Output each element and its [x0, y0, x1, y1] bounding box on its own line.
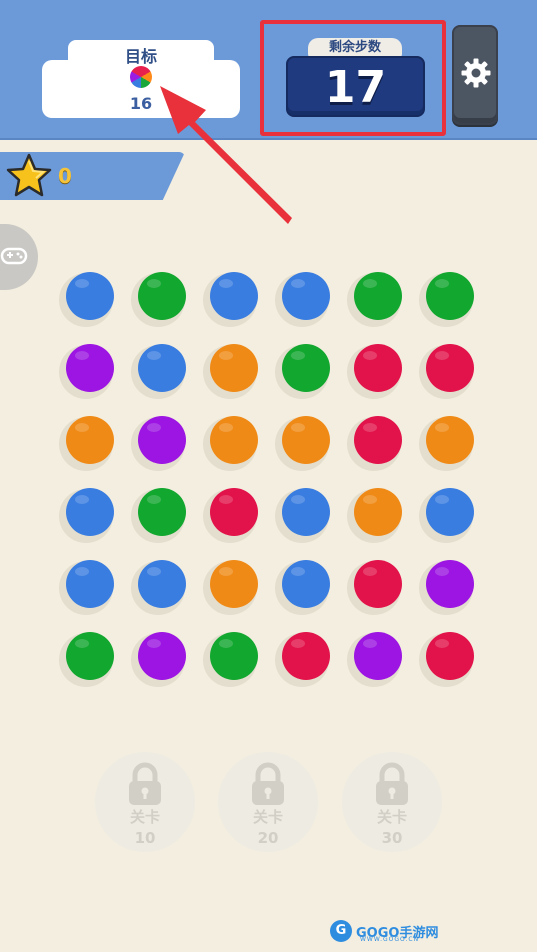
watermark-url: WWW.GOGO.CN — [360, 936, 420, 943]
ball-blue[interactable] — [66, 488, 114, 536]
ball-red[interactable] — [354, 344, 402, 392]
watermark: G GOGO手游网 WWW.GOGO.CN — [330, 918, 438, 944]
ball-orange[interactable] — [282, 416, 330, 464]
ball-purple[interactable] — [66, 344, 114, 392]
lock-icon — [376, 762, 408, 805]
ball-orange[interactable] — [66, 416, 114, 464]
star-icon — [6, 153, 52, 197]
ball-green[interactable] — [282, 344, 330, 392]
ball-blue[interactable] — [282, 560, 330, 608]
ball-orange[interactable] — [210, 416, 258, 464]
ball-purple[interactable] — [138, 416, 186, 464]
ball-red[interactable] — [282, 632, 330, 680]
goal-card: 目标 16 — [42, 40, 240, 118]
ball-purple[interactable] — [138, 632, 186, 680]
ball-blue[interactable] — [138, 560, 186, 608]
moves-label: 剩余步数 — [308, 38, 402, 58]
locked-level-label: 关卡 — [376, 808, 407, 826]
ball-blue[interactable] — [426, 488, 474, 536]
ball-orange[interactable] — [426, 416, 474, 464]
ball-red[interactable] — [354, 560, 402, 608]
ball-orange[interactable] — [210, 560, 258, 608]
locked-level-label: 关卡 — [129, 808, 160, 826]
gamepad-icon — [0, 247, 28, 265]
ball-blue[interactable] — [282, 488, 330, 536]
ball-blue[interactable] — [66, 560, 114, 608]
ball-green[interactable] — [354, 272, 402, 320]
ball-orange[interactable] — [354, 488, 402, 536]
settings-button[interactable] — [452, 25, 498, 125]
ball-red[interactable] — [426, 632, 474, 680]
watermark-logo: G — [330, 920, 352, 942]
lock-icon — [129, 762, 161, 805]
ball-blue[interactable] — [66, 272, 114, 320]
locked-level-number: 20 — [257, 829, 279, 847]
locked-level-1[interactable]: 关卡 10 — [95, 752, 195, 852]
ball-blue[interactable] — [138, 344, 186, 392]
ball-red[interactable] — [426, 344, 474, 392]
locked-level-2[interactable]: 关卡 20 — [218, 752, 318, 852]
ball-blue[interactable] — [282, 272, 330, 320]
gear-icon — [461, 58, 491, 88]
locked-level-3[interactable]: 关卡 30 — [342, 752, 442, 852]
side-tab-button[interactable] — [0, 224, 38, 290]
lock-icon — [252, 762, 284, 805]
multicolor-ball-icon — [130, 66, 152, 88]
ball-red[interactable] — [354, 416, 402, 464]
ball-green[interactable] — [66, 632, 114, 680]
ball-red[interactable] — [210, 488, 258, 536]
star-count: 0 — [58, 164, 72, 188]
ball-green[interactable] — [426, 272, 474, 320]
ball-purple[interactable] — [426, 560, 474, 608]
ball-green[interactable] — [138, 272, 186, 320]
goal-count: 16 — [129, 94, 153, 113]
ball-green[interactable] — [210, 632, 258, 680]
locked-level-number: 10 — [134, 829, 156, 847]
goal-title: 目标 — [124, 47, 157, 66]
moves-remaining-value: 17 — [324, 62, 387, 113]
ball-purple[interactable] — [354, 632, 402, 680]
ball-orange[interactable] — [210, 344, 258, 392]
ball-blue[interactable] — [210, 272, 258, 320]
locked-level-label: 关卡 — [252, 808, 283, 826]
locked-level-number: 30 — [381, 829, 403, 847]
ball-green[interactable] — [138, 488, 186, 536]
